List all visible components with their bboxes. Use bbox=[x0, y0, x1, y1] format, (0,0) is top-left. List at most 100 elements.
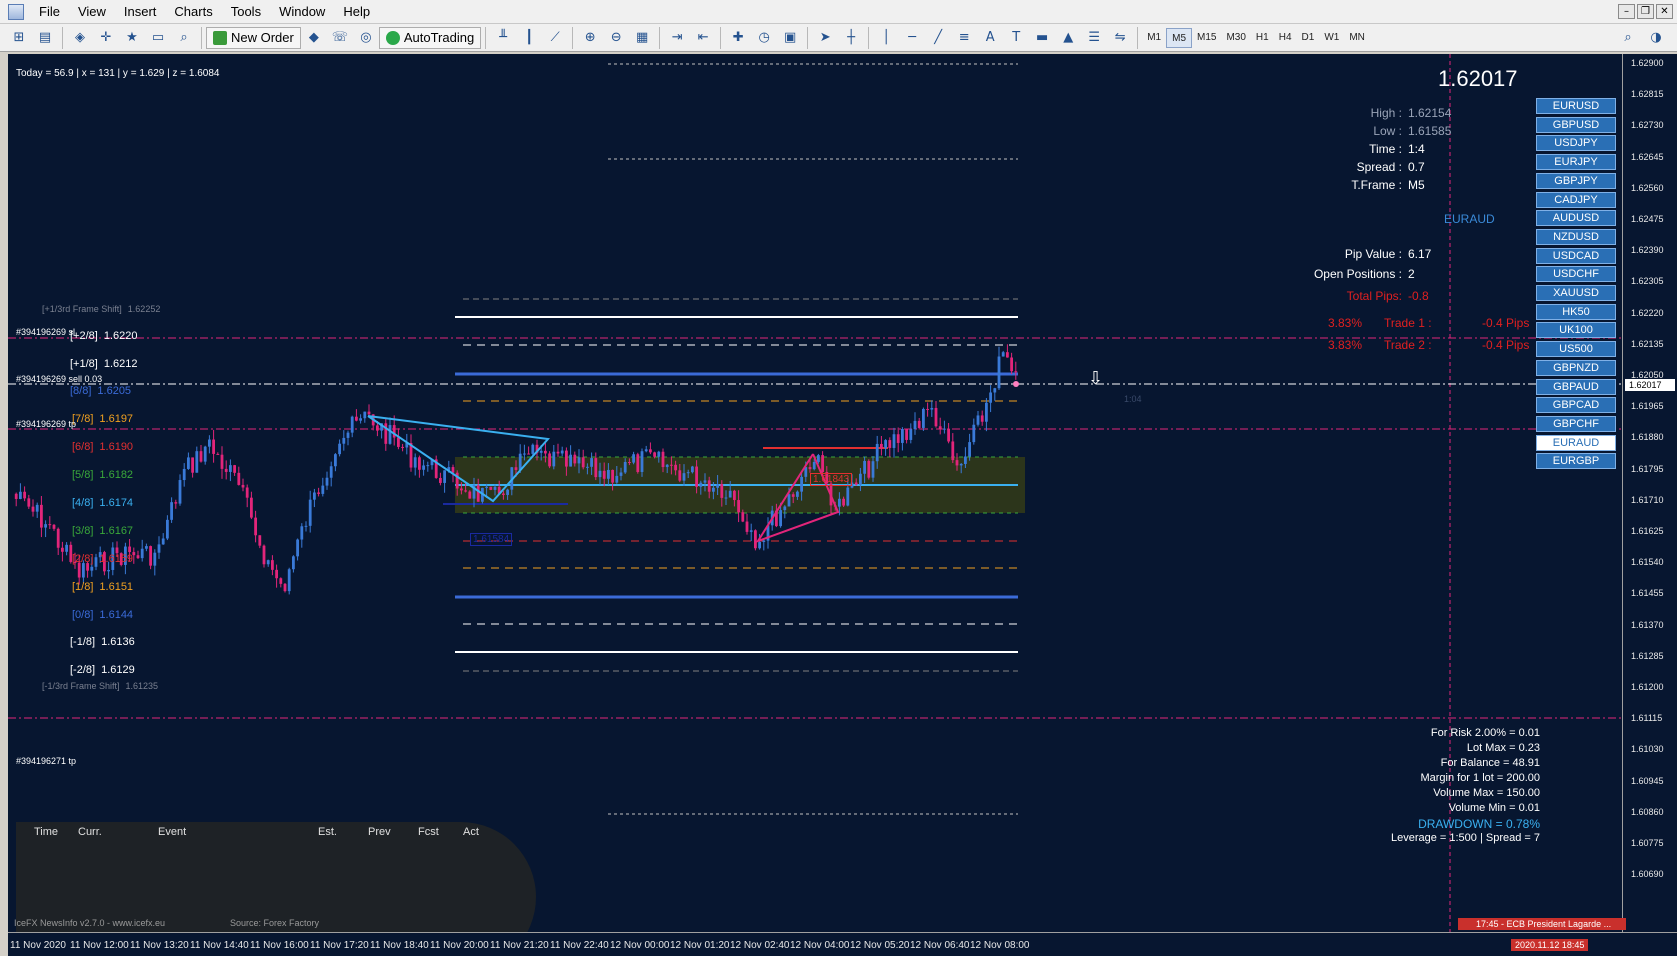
tf-m5[interactable]: M5 bbox=[1166, 27, 1193, 48]
tester-icon[interactable]: ⌕ bbox=[173, 27, 195, 49]
menu-charts[interactable]: Charts bbox=[165, 0, 221, 24]
fibonacci-icon[interactable]: ☰ bbox=[1083, 27, 1105, 49]
templates-icon[interactable]: ▣ bbox=[779, 27, 801, 49]
price-tick: 1.61795 bbox=[1631, 463, 1664, 474]
symbol-button-nzdusd[interactable]: NZDUSD bbox=[1536, 228, 1616, 245]
new-order-button[interactable]: New Order bbox=[206, 26, 301, 49]
text-icon[interactable]: A bbox=[979, 27, 1001, 49]
candle-body bbox=[191, 457, 194, 473]
line-chart-icon[interactable]: ⟋ bbox=[544, 27, 566, 49]
tf-d1[interactable]: D1 bbox=[1297, 28, 1320, 48]
menu-file[interactable]: File bbox=[30, 0, 69, 24]
price-scale[interactable]: 1.62900 1.62815 1.62730 1.62645 1.62560 1.624… bbox=[1622, 54, 1677, 932]
tf-h4[interactable]: H4 bbox=[1274, 28, 1297, 48]
symbol-button-xauusd[interactable]: XAUUSD bbox=[1536, 285, 1616, 301]
new-chart-icon[interactable]: ⊞ bbox=[8, 27, 30, 49]
murrey-level-label: [7/8] 1.6197 bbox=[72, 413, 134, 425]
navigator-icon[interactable]: ★ bbox=[121, 27, 143, 49]
arrows-icon[interactable]: ⇋ bbox=[1109, 27, 1131, 49]
risk-row: DRAWDOWN = 0.78% bbox=[1418, 817, 1540, 831]
menu-view[interactable]: View bbox=[69, 0, 115, 24]
candle-body bbox=[136, 555, 140, 559]
menu-window[interactable]: Window bbox=[270, 0, 334, 24]
candle-body bbox=[140, 548, 144, 559]
terminal-icon[interactable]: ▭ bbox=[147, 27, 169, 49]
cursor-icon[interactable]: ➤ bbox=[814, 27, 836, 49]
time-scale[interactable]: 2020.11.12 18:45 11 Nov 2020 11 Nov 12:00… bbox=[8, 932, 1677, 956]
symbol-button-gbpjpy[interactable]: GBPJPY bbox=[1536, 172, 1616, 189]
symbol-button-cadjpy[interactable]: CADJPY bbox=[1536, 191, 1616, 208]
info-row: High :1.62154 bbox=[1370, 106, 1452, 120]
triangle-icon[interactable]: ▲ bbox=[1057, 27, 1079, 49]
channel-icon[interactable]: ≡ bbox=[953, 27, 975, 49]
metaeditor-icon[interactable]: ◆ bbox=[303, 27, 325, 49]
symbol-button-gbpnzd[interactable]: GBPNZD bbox=[1536, 359, 1616, 376]
profiles-icon[interactable]: ▤ bbox=[34, 27, 56, 49]
symbol-button-usdcad[interactable]: USDCAD bbox=[1536, 247, 1616, 264]
candle-body bbox=[703, 480, 707, 483]
symbol-button-hk50[interactable]: HK50 bbox=[1536, 303, 1616, 320]
symbol-button-usdjpy[interactable]: USDJPY bbox=[1536, 135, 1616, 152]
symbol-button-euraud[interactable]: EURAUD bbox=[1536, 434, 1616, 451]
symbol-button-usdchf[interactable]: USDCHF bbox=[1536, 266, 1616, 283]
candle-body bbox=[741, 512, 745, 522]
tile-windows-icon[interactable]: ▦ bbox=[631, 27, 653, 49]
symbol-button-eurgbp[interactable]: EURGBP bbox=[1536, 453, 1616, 470]
symbol-button-eurusd[interactable]: EURUSD bbox=[1536, 98, 1616, 114]
close-button[interactable]: ✕ bbox=[1656, 4, 1673, 19]
tf-m30[interactable]: M30 bbox=[1221, 28, 1250, 48]
tf-w1[interactable]: W1 bbox=[1319, 28, 1344, 48]
bar-chart-icon[interactable]: ╨ bbox=[492, 27, 514, 49]
chart-shift-icon[interactable]: ⇤ bbox=[692, 27, 714, 49]
candle-body bbox=[439, 477, 442, 483]
symbol-button-gbpchf[interactable]: GBPCHF bbox=[1536, 415, 1616, 432]
candle-body bbox=[27, 498, 31, 507]
candle-body bbox=[628, 461, 631, 463]
market-watch-icon[interactable]: ◈ bbox=[69, 27, 91, 49]
symbol-button-gbpusd[interactable]: GBPUSD bbox=[1536, 116, 1616, 133]
autoscroll-icon[interactable]: ⇥ bbox=[666, 27, 688, 49]
tf-m1[interactable]: M1 bbox=[1142, 28, 1166, 48]
candle-body bbox=[955, 460, 959, 466]
price-chart[interactable]: Today = 56.9 | x = 131 | y = 1.629 | z =… bbox=[8, 54, 1622, 932]
candle-body bbox=[943, 428, 946, 430]
tf-m15[interactable]: M15 bbox=[1192, 28, 1221, 48]
restore-button[interactable]: ❐ bbox=[1637, 4, 1654, 19]
autotrading-button[interactable]: AutoTrading bbox=[378, 26, 482, 49]
menu-insert[interactable]: Insert bbox=[115, 0, 166, 24]
horizontal-line-icon[interactable]: ─ bbox=[901, 27, 923, 49]
murrey-level-label: [1/8] 1.6151 bbox=[72, 581, 134, 593]
market-icon[interactable]: ◎ bbox=[355, 27, 377, 49]
vertical-line-icon[interactable]: │ bbox=[875, 27, 897, 49]
chat-icon[interactable]: ◑ bbox=[1645, 27, 1667, 49]
app-icon bbox=[8, 3, 24, 20]
data-window-icon[interactable]: ✛ bbox=[95, 27, 117, 49]
symbol-button-gbpcad[interactable]: GBPCAD bbox=[1536, 397, 1616, 414]
symbol-button-uk100[interactable]: UK100 bbox=[1536, 322, 1616, 339]
trendline-icon[interactable]: ╱ bbox=[927, 27, 949, 49]
info-row: Time :1:4 bbox=[1369, 142, 1425, 156]
symbol-button-us500[interactable]: US500 bbox=[1536, 341, 1616, 358]
crosshair-icon[interactable]: ┼ bbox=[840, 27, 862, 49]
rectangle-icon[interactable]: ▬ bbox=[1031, 27, 1053, 49]
candlestick-icon[interactable]: ┃ bbox=[518, 27, 540, 49]
zoom-out-icon[interactable]: ⊖ bbox=[605, 27, 627, 49]
tf-mn[interactable]: MN bbox=[1344, 28, 1370, 48]
search-icon[interactable]: ⌕ bbox=[1617, 27, 1639, 49]
indicators-icon[interactable]: ✚ bbox=[727, 27, 749, 49]
text-label-icon[interactable]: T bbox=[1005, 27, 1027, 49]
symbol-button-eurjpy[interactable]: EURJPY bbox=[1536, 154, 1616, 171]
signals-icon[interactable]: ☏ bbox=[329, 27, 351, 49]
price-tick: 1.60775 bbox=[1631, 838, 1664, 848]
candle-body bbox=[728, 490, 732, 498]
periods-icon[interactable]: ◷ bbox=[753, 27, 775, 49]
menu-tools[interactable]: Tools bbox=[222, 0, 270, 24]
symbol-button-audusd[interactable]: AUDUSD bbox=[1536, 210, 1616, 227]
symbol-button-gbpaud[interactable]: GBPAUD bbox=[1536, 378, 1616, 395]
menu-help[interactable]: Help bbox=[334, 0, 379, 24]
tf-h1[interactable]: H1 bbox=[1251, 28, 1274, 48]
candle-body bbox=[976, 415, 980, 425]
candle-body bbox=[808, 467, 812, 470]
zoom-in-icon[interactable]: ⊕ bbox=[579, 27, 601, 49]
minimize-button[interactable]: – bbox=[1618, 4, 1635, 19]
